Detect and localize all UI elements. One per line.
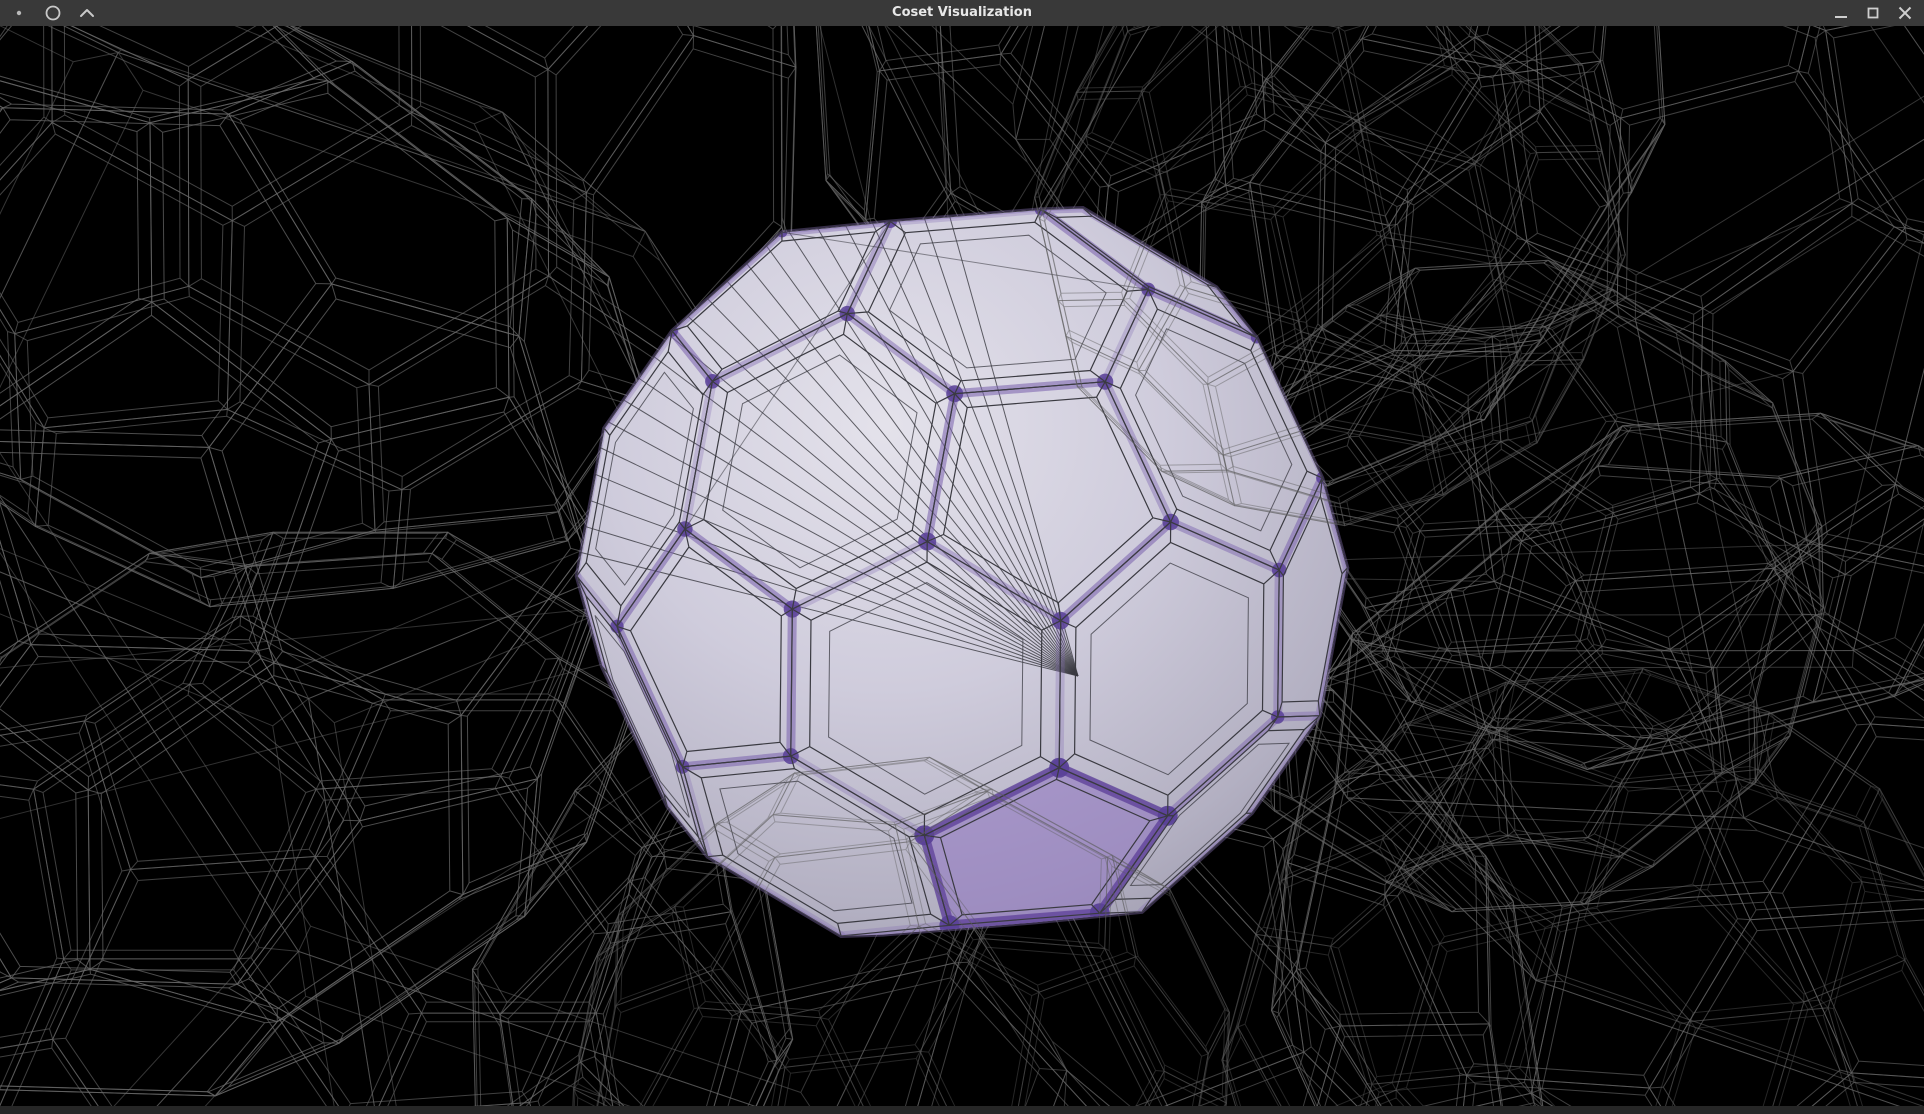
titlebar-left-icons — [8, 0, 98, 26]
minimize-button[interactable] — [1830, 2, 1852, 24]
window-title: Coset Visualization — [0, 0, 1924, 26]
circle-icon[interactable] — [42, 2, 64, 24]
dot-icon[interactable] — [8, 2, 30, 24]
titlebar[interactable]: Coset Visualization — [0, 0, 1924, 26]
coset-scene-canvas[interactable] — [0, 26, 1924, 1106]
window-bottom-border — [0, 1106, 1924, 1114]
close-button[interactable] — [1894, 2, 1916, 24]
window-controls — [1830, 0, 1916, 26]
chevron-up-icon[interactable] — [76, 2, 98, 24]
maximize-button[interactable] — [1862, 2, 1884, 24]
app-window: Coset Visualization — [0, 0, 1924, 1114]
viewport-3d[interactable] — [0, 26, 1924, 1106]
